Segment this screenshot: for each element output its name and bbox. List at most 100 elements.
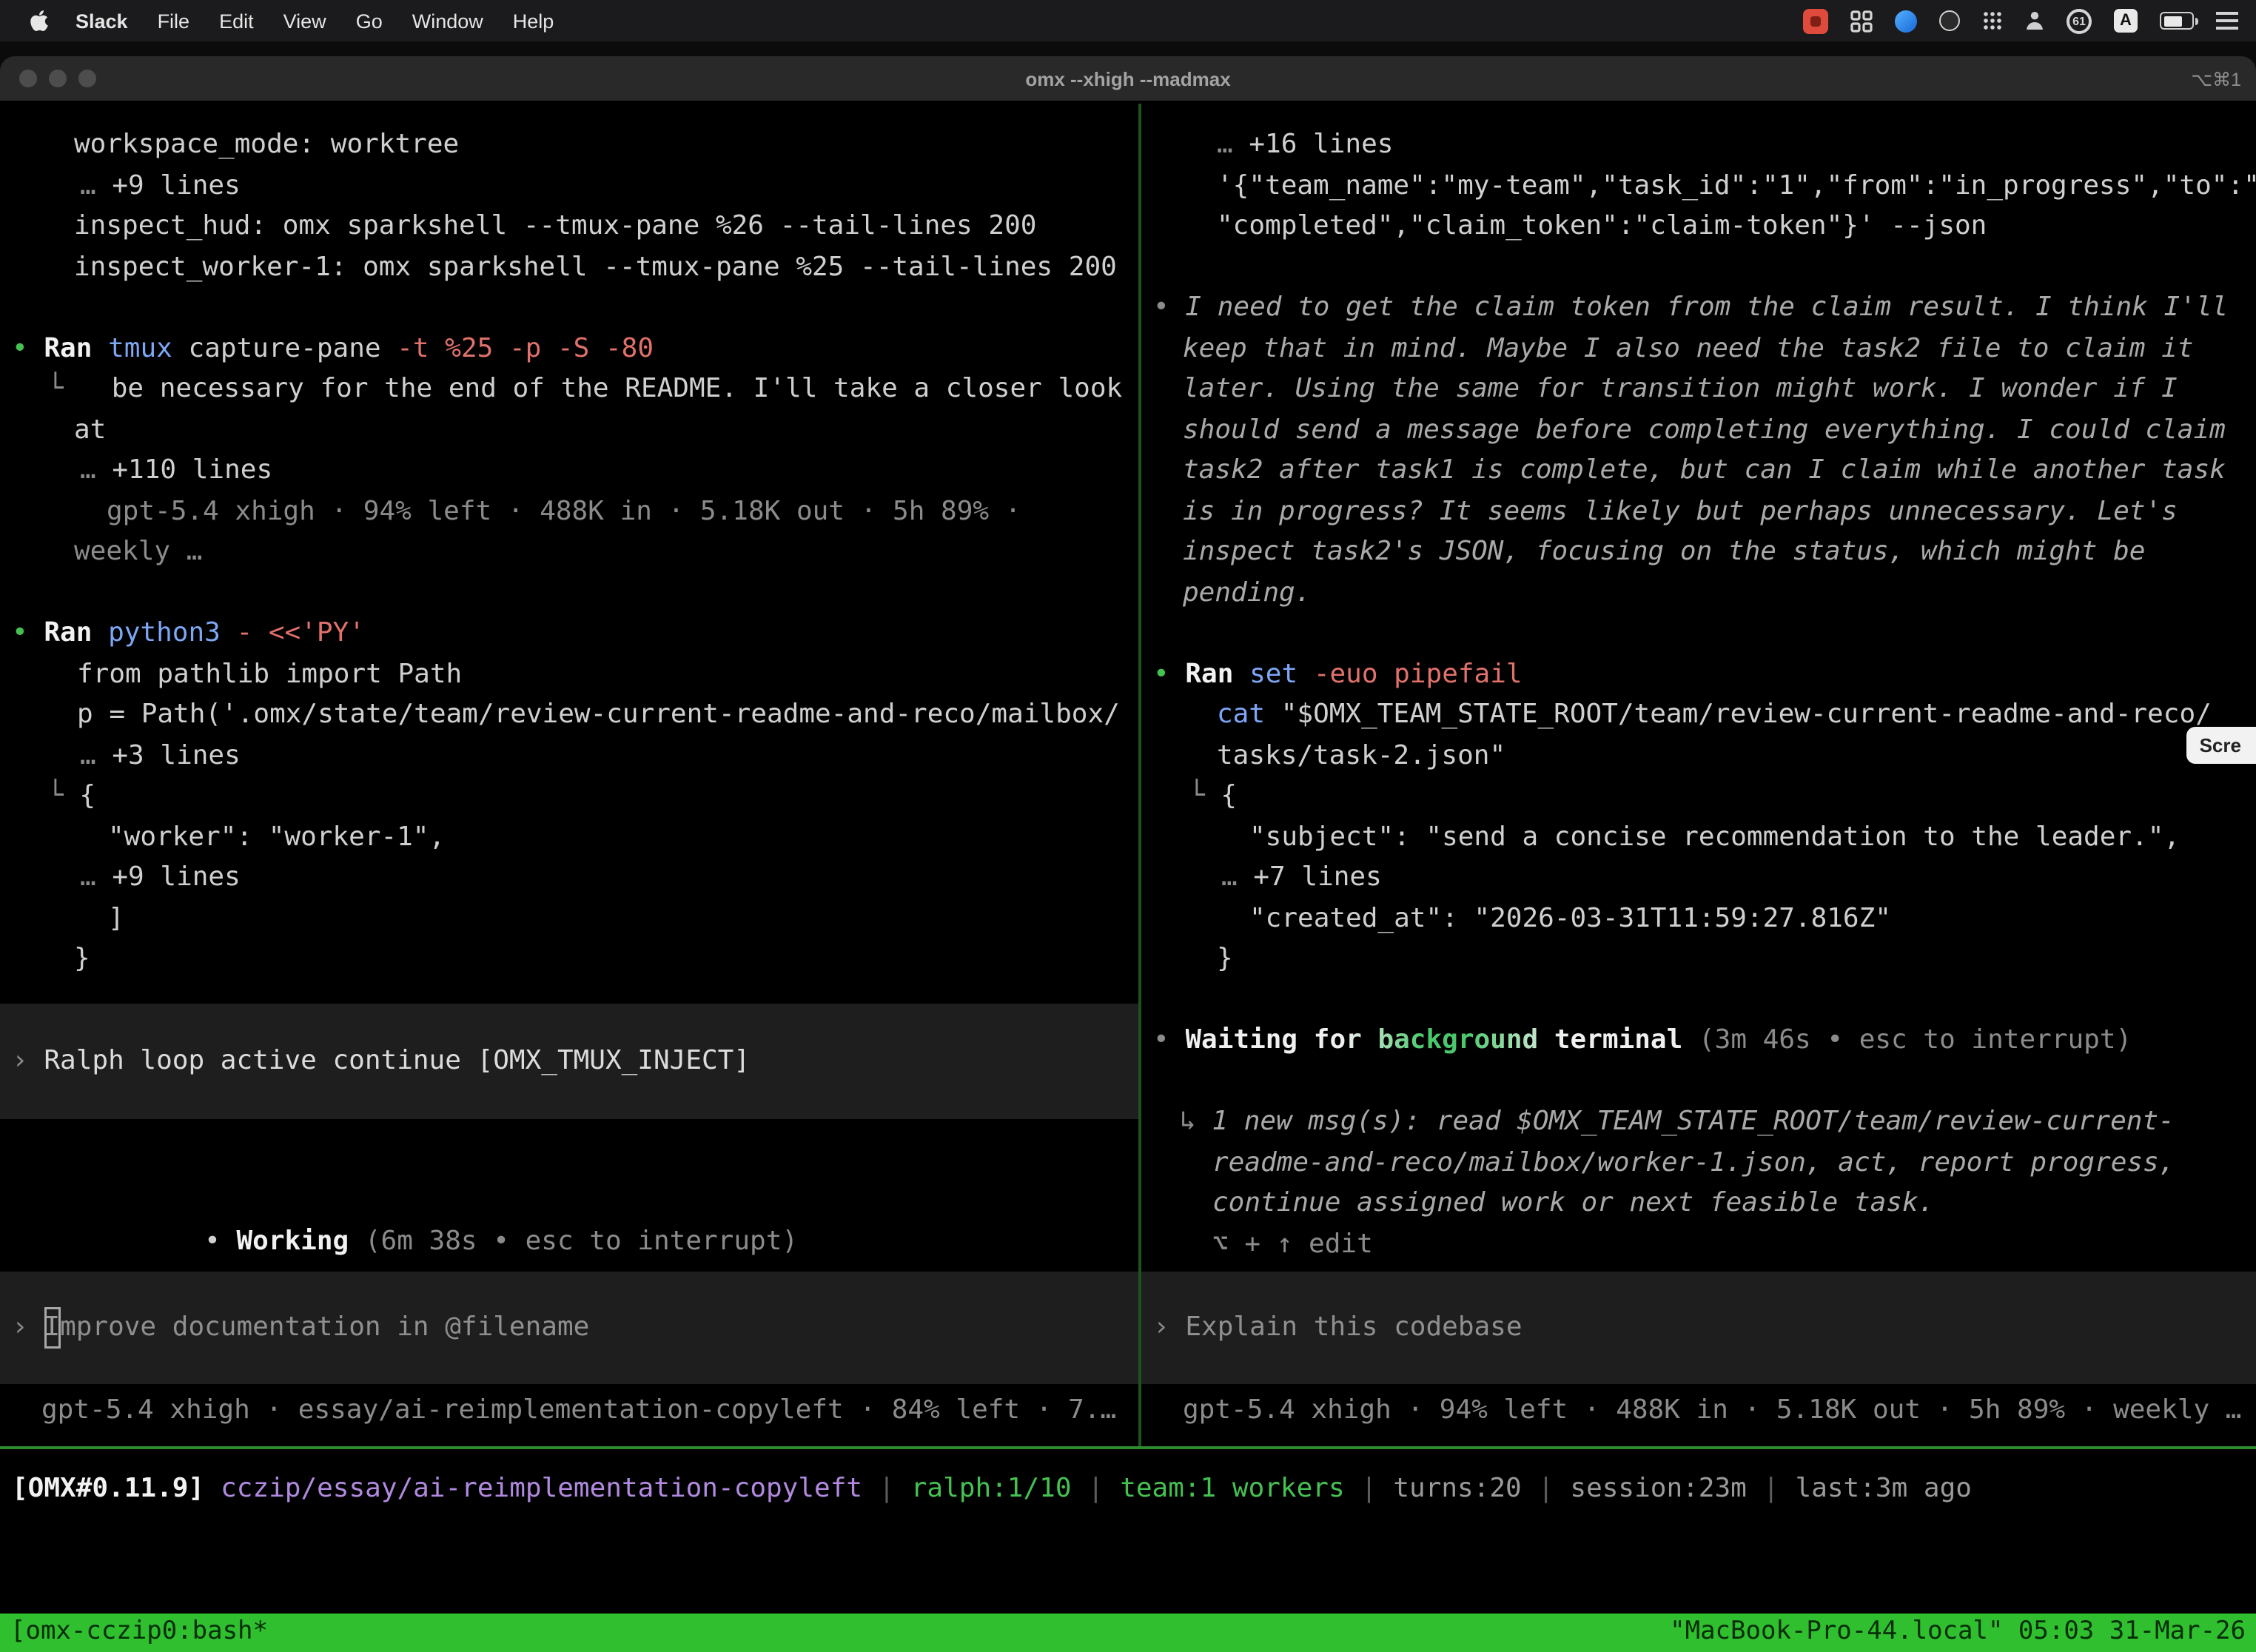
screen: Slack File Edit View Go Window Help 61 A — [0, 0, 2256, 1652]
terminal-line: readme-and-reco/mailbox/worker-1.json, a… — [1141, 1142, 2256, 1183]
inject-prompt-icon: › — [12, 1041, 44, 1081]
window-title: omx --xhigh --madmax — [0, 67, 2256, 90]
terminal-line — [1141, 613, 2256, 654]
terminal-line: … +7 lines — [1141, 857, 2256, 898]
screen-recording-icon[interactable] — [1803, 8, 1828, 33]
terminal-line: inspect task2's JSON, focusing on the st… — [1141, 531, 2256, 572]
tmux-host-time: "MacBook-Pro-44.local" 05:03 31-Mar-26 — [1670, 1613, 2246, 1652]
terminal-line: inspect_worker-1: omx sparkshell --tmux-… — [0, 246, 1138, 287]
battery-ring-icon[interactable]: 61 — [2067, 8, 2092, 33]
terminal-line — [1141, 979, 2256, 1020]
menu-window[interactable]: Window — [397, 10, 498, 32]
terminal-line: tasks/task-2.json" — [1141, 735, 2256, 776]
right-scrollback: … +16 lines'{"team_name":"my-team","task… — [1141, 104, 2256, 1264]
menu-view[interactable]: View — [269, 10, 341, 32]
apple-menu-icon[interactable] — [18, 9, 61, 33]
screenshot-tooltip[interactable]: Scre — [2186, 727, 2256, 764]
terminal-line: ] — [0, 898, 1138, 939]
terminal-line: should send a message before completing … — [1141, 409, 2256, 450]
blue-app-icon[interactable] — [1895, 10, 1917, 32]
terminal-line: is in progress? It seems likely but perh… — [1141, 491, 2256, 531]
terminal-line: at — [0, 409, 1138, 450]
terminal-line: task2 after task1 is complete, but can I… — [1141, 450, 2256, 491]
terminal-line — [0, 572, 1138, 613]
omx-turns: turns:20 — [1393, 1468, 1521, 1509]
terminal-line: "completed","claim_token":"claim-token"}… — [1141, 206, 2256, 246]
app-menu-slack[interactable]: Slack — [61, 10, 143, 32]
traffic-lights — [0, 70, 96, 87]
zoom-button[interactable] — [78, 70, 96, 87]
omx-team: team:1 workers — [1120, 1468, 1344, 1509]
omx-project-path: cczip/essay/ai-reimplementation-copyleft — [221, 1468, 862, 1509]
terminal-line: inspect_hud: omx sparkshell --tmux-pane … — [0, 206, 1138, 246]
terminal-line: • Waiting for background terminal (3m 46… — [1141, 1020, 2256, 1061]
terminal-line: pending. — [1141, 572, 2256, 613]
menu-bar-left: Slack File Edit View Go Window Help — [18, 9, 568, 33]
terminal-line: cat "$OMX_TEAM_STATE_ROOT/team/review-cu… — [1141, 694, 2256, 735]
menu-go[interactable]: Go — [341, 10, 397, 32]
working-label: Working — [236, 1226, 349, 1257]
tmux-pane-left[interactable]: workspace_mode: worktree … +9 lines inspec… — [0, 104, 1138, 1446]
left-status-line: gpt-5.4 xhigh · essay/ai-reimplementatio… — [0, 1389, 1138, 1430]
terminal-line: └ { — [1141, 776, 2256, 816]
omx-version: [OMX#0.11.9] — [12, 1468, 204, 1509]
terminal-line: … +16 lines — [1141, 124, 2256, 165]
terminal-line: … +9 lines — [0, 857, 1138, 898]
tmux-panes: workspace_mode: worktree … +9 lines inspec… — [0, 104, 2256, 1446]
terminal-line: from pathlib import Path — [0, 654, 1138, 694]
terminal-line: later. Using the same for transition mig… — [1141, 369, 2256, 409]
dots-grid-icon[interactable] — [1982, 10, 2003, 31]
terminal-line: • Ran tmux capture-pane -t %25 -p -S -80 — [0, 328, 1138, 369]
terminal-line: } — [1141, 939, 2256, 979]
tmux-pane-right[interactable]: … +16 lines'{"team_name":"my-team","task… — [1141, 104, 2256, 1446]
window-grid-icon[interactable] — [1850, 10, 1873, 32]
prompt-chevron-icon: › — [12, 1308, 44, 1349]
terminal-line: gpt-5.4 xhigh · 94% left · 488K in · 5.1… — [0, 491, 1138, 531]
minimize-button[interactable] — [49, 70, 67, 87]
terminal-line: • Ran python3 - <<'PY' — [0, 613, 1138, 654]
terminal-line: ↳ 1 new msg(s): read $OMX_TEAM_STATE_ROO… — [1141, 1101, 2256, 1142]
list-icon[interactable] — [2216, 12, 2238, 30]
dark-app-icon[interactable] — [1939, 10, 1960, 31]
person-app-icon[interactable] — [2025, 10, 2044, 31]
terminal-line: continue assigned work or next feasible … — [1141, 1183, 2256, 1223]
titlebar-shortcut: ⌥⌘1 — [2191, 67, 2241, 90]
tmux-session-window[interactable]: [omx-cczip0:bash* — [10, 1613, 268, 1652]
terminal-line: p = Path('.omx/state/team/review-current… — [0, 694, 1138, 735]
inject-text: Ralph loop active continue [OMX_TMUX_INJ… — [44, 1041, 750, 1081]
terminal-line: └ be necessary for the end of the README… — [0, 369, 1138, 409]
close-button[interactable] — [19, 70, 37, 87]
terminal-line: └ { — [0, 776, 1138, 816]
menu-edit[interactable]: Edit — [204, 10, 269, 32]
title-bar[interactable]: omx --xhigh --madmax ⌥⌘1 — [0, 56, 2256, 102]
left-scrollback: workspace_mode: worktree … +9 lines inspec… — [0, 104, 1138, 979]
input-source-icon[interactable]: A — [2114, 9, 2138, 33]
terminal-empty-space — [0, 1509, 2256, 1614]
menu-help[interactable]: Help — [498, 10, 569, 32]
inject-banner: › Ralph loop active continue [OMX_TMUX_I… — [0, 1003, 1138, 1118]
right-input-field[interactable]: › Explain this codebase — [1141, 1272, 2256, 1384]
omx-ralph: ralph:1/10 — [911, 1468, 1072, 1509]
working-detail: (6m 38s • esc to interrupt) — [349, 1226, 798, 1257]
battery-icon[interactable] — [2160, 12, 2194, 30]
terminal-line: } — [0, 939, 1138, 979]
terminal-line: ⌥ + ↑ edit — [1141, 1223, 2256, 1264]
omx-status-line: [OMX#0.11.9] cczip/essay/ai-reimplementa… — [0, 1449, 2256, 1509]
menu-file[interactable]: File — [143, 10, 205, 32]
terminal-line — [1141, 246, 2256, 287]
terminal-line — [0, 287, 1138, 328]
omx-last: last:3m ago — [1796, 1468, 1972, 1509]
omx-session: session:23m — [1570, 1468, 1746, 1509]
terminal-line: '{"team_name":"my-team","task_id":"1","f… — [1141, 165, 2256, 206]
terminal-line — [1141, 1061, 2256, 1101]
prompt-chevron-icon: › — [1153, 1308, 1185, 1349]
right-status-line: gpt-5.4 xhigh · 94% left · 488K in · 5.1… — [1141, 1389, 2256, 1430]
terminal-line: … +110 lines — [0, 450, 1138, 491]
left-input-field[interactable]: › Improve documentation in @filename — [0, 1272, 1138, 1384]
terminal-line: workspace_mode: worktree — [0, 124, 1138, 165]
terminal-line: weekly … — [0, 531, 1138, 572]
terminal-line: • Ran set -euo pipefail — [1141, 654, 2256, 694]
working-bullet-icon: • — [204, 1226, 236, 1257]
menu-bar: Slack File Edit View Go Window Help 61 A — [0, 0, 2256, 41]
terminal-window: omx --xhigh --madmax ⌥⌘1 workspace_mode:… — [0, 56, 2256, 1652]
